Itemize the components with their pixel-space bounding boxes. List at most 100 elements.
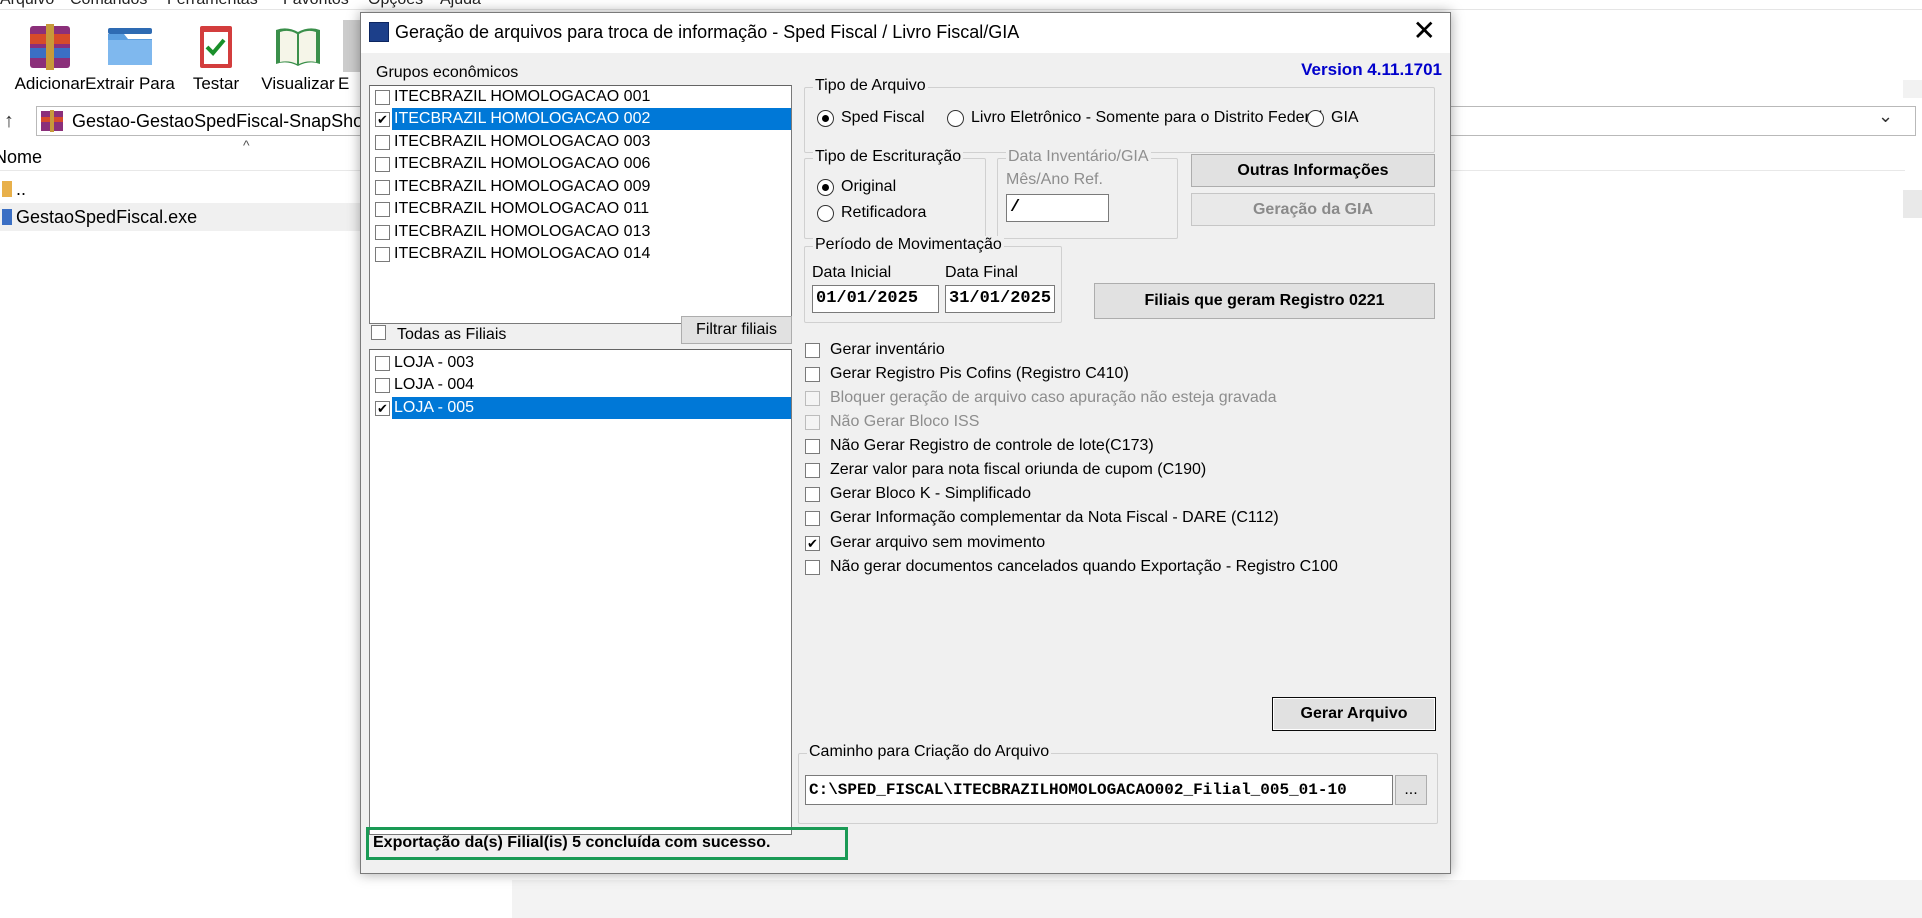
radio-retificadora[interactable] xyxy=(817,205,834,222)
bookkeeping-group: Tipo de Escrituração Original Retificado… xyxy=(804,148,986,239)
radio-sped-fiscal[interactable] xyxy=(817,110,834,127)
radio-sped-fiscal-label: Sped Fiscal xyxy=(841,109,925,126)
menu-opcoes[interactable]: Opções xyxy=(368,0,423,9)
close-icon[interactable]: ✕ xyxy=(1413,17,1436,45)
chevron-down-icon[interactable]: ⌄ xyxy=(1878,106,1893,127)
branch-checkbox[interactable] xyxy=(375,401,390,416)
end-date-label: Data Final xyxy=(945,264,1018,281)
branch-item[interactable]: LOJA - 003 xyxy=(370,352,791,374)
option-checkbox[interactable] xyxy=(805,536,820,551)
option-checkbox[interactable] xyxy=(805,511,820,526)
branch-checkbox[interactable] xyxy=(375,356,390,371)
generate-file-button[interactable]: Gerar Arquivo xyxy=(1272,697,1436,731)
view-book-icon xyxy=(276,28,320,66)
group-checkbox[interactable] xyxy=(375,112,390,127)
radio-original-label: Original xyxy=(841,178,897,195)
group-item[interactable]: ITECBRAZIL HOMOLOGACAO 006 xyxy=(370,153,791,175)
group-checkbox[interactable] xyxy=(375,202,390,217)
group-item[interactable]: ITECBRAZIL HOMOLOGACAO 003 xyxy=(370,131,791,153)
group-checkbox[interactable] xyxy=(375,247,390,262)
branches-0221-button[interactable]: Filiais que geram Registro 0221 xyxy=(1094,283,1435,319)
path-input[interactable]: C:\SPED_FISCAL\ITECBRAZILHOMOLOGACAO002_… xyxy=(805,775,1393,805)
dialog-titlebar[interactable]: Geração de arquivos para troca de inform… xyxy=(361,13,1450,53)
scroll-thumb[interactable] xyxy=(1903,190,1922,218)
toolbar-extract-button[interactable]: Extrair Para xyxy=(80,14,180,98)
group-item[interactable]: ITECBRAZIL HOMOLOGACAO 011 xyxy=(370,198,791,220)
all-branches-label: Todas as Filiais xyxy=(397,326,507,343)
branch-item[interactable]: LOJA - 005 xyxy=(370,397,791,419)
group-checkbox[interactable] xyxy=(375,225,390,240)
group-checkbox[interactable] xyxy=(375,180,390,195)
menu-arquivo[interactable]: Arquivo xyxy=(0,0,54,9)
radio-retificadora-label: Retificadora xyxy=(841,204,927,221)
all-branches-checkbox[interactable] xyxy=(371,325,386,340)
group-item[interactable]: ITECBRAZIL HOMOLOGACAO 014 xyxy=(370,243,791,265)
address-path: Gestao-GestaoSpedFiscal-SnapShot. xyxy=(72,111,374,131)
scroll-track-top xyxy=(1903,80,1922,98)
option-checkbox[interactable] xyxy=(805,343,820,358)
radio-gia[interactable] xyxy=(1307,110,1324,127)
menu-comandos[interactable]: Comandos xyxy=(70,0,147,9)
toolbar-view-label: Visualizar xyxy=(261,74,335,93)
group-item[interactable]: ITECBRAZIL HOMOLOGACAO 009 xyxy=(370,176,791,198)
option-checkbox[interactable] xyxy=(805,463,820,478)
filter-branches-button[interactable]: Filtrar filiais xyxy=(681,316,792,344)
status-bar-area xyxy=(512,880,1922,918)
branch-item[interactable]: LOJA - 004 xyxy=(370,374,791,396)
groups-listbox[interactable]: ITECBRAZIL HOMOLOGACAO 001 ITECBRAZIL HO… xyxy=(369,85,792,324)
start-date-input[interactable]: 01/01/2025 xyxy=(812,285,939,313)
radio-gia-label: GIA xyxy=(1331,109,1359,126)
menu-ferramentas[interactable]: Ferramentas xyxy=(167,0,258,9)
option-checkbox[interactable] xyxy=(805,560,820,575)
option-checkbox[interactable] xyxy=(805,439,820,454)
period-title: Período de Movimentação xyxy=(813,236,1004,254)
up-arrow-icon[interactable]: ↑ xyxy=(4,110,14,133)
groups-label: Grupos econômicos xyxy=(376,64,519,81)
other-info-button[interactable]: Outras Informações xyxy=(1191,154,1435,187)
group-checkbox[interactable] xyxy=(375,135,390,150)
start-date-label: Data Inicial xyxy=(812,264,892,281)
status-message: Exportação da(s) Filial(is) 5 concluída … xyxy=(366,827,848,860)
archive-icon xyxy=(41,110,63,132)
toolbar-extract-label: Extrair Para xyxy=(85,74,175,93)
path-title: Caminho para Criação do Arquivo xyxy=(807,743,1052,761)
radio-livro-eletronico[interactable] xyxy=(947,110,964,127)
extract-folder-icon xyxy=(108,28,152,65)
option-checkbox xyxy=(805,391,820,406)
inventory-title: Data Inventário/GIA xyxy=(1006,148,1151,166)
group-item[interactable]: ITECBRAZIL HOMOLOGACAO 002 xyxy=(370,108,791,130)
path-group: Caminho para Criação do Arquivo C:\SPED_… xyxy=(798,743,1438,824)
menu-ajuda[interactable]: Ajuda xyxy=(440,0,481,9)
radio-original[interactable] xyxy=(817,179,834,196)
inventory-group: Data Inventário/GIA Mês/Ano Ref. / xyxy=(997,148,1178,239)
end-date-input[interactable]: 31/01/2025 xyxy=(945,285,1055,313)
folder-up-icon xyxy=(2,181,12,197)
branches-listbox[interactable]: LOJA - 003 LOJA - 004 LOJA - 005 xyxy=(369,349,792,835)
column-header-name[interactable]: Nome xyxy=(0,147,42,168)
group-checkbox[interactable] xyxy=(375,157,390,172)
month-year-label: Mês/Ano Ref. xyxy=(1006,171,1103,188)
bookkeeping-title: Tipo de Escrituração xyxy=(813,148,964,166)
group-item[interactable]: ITECBRAZIL HOMOLOGACAO 001 xyxy=(370,86,791,108)
period-group: Período de Movimentação Data Inicial Dat… xyxy=(804,236,1062,323)
option-checkbox[interactable] xyxy=(805,367,820,382)
file-name: GestaoSpedFiscal.exe xyxy=(16,207,198,227)
browse-button[interactable]: ... xyxy=(1395,775,1427,805)
app-icon xyxy=(369,22,389,42)
month-year-input[interactable]: / xyxy=(1006,194,1109,222)
option-checkbox[interactable] xyxy=(805,487,820,502)
dialog-title: Geração de arquivos para troca de inform… xyxy=(395,22,1020,42)
file-name: .. xyxy=(16,179,27,199)
menu-favoritos[interactable]: Favoritos xyxy=(283,0,349,9)
branch-checkbox[interactable] xyxy=(375,378,390,393)
toolbar-view-button[interactable]: Visualizar xyxy=(248,14,348,98)
gia-generation-button[interactable]: Geração da GIA xyxy=(1191,193,1435,226)
sort-up-icon: ^ xyxy=(243,137,250,153)
group-checkbox[interactable] xyxy=(375,90,390,105)
option-checkbox xyxy=(805,415,820,430)
exe-file-icon xyxy=(2,209,12,225)
file-type-title: Tipo de Arquivo xyxy=(813,77,928,95)
file-type-group: Tipo de Arquivo Sped Fiscal Livro Eletrô… xyxy=(804,77,1435,153)
add-archive-icon xyxy=(30,24,70,70)
group-item[interactable]: ITECBRAZIL HOMOLOGACAO 013 xyxy=(370,221,791,243)
